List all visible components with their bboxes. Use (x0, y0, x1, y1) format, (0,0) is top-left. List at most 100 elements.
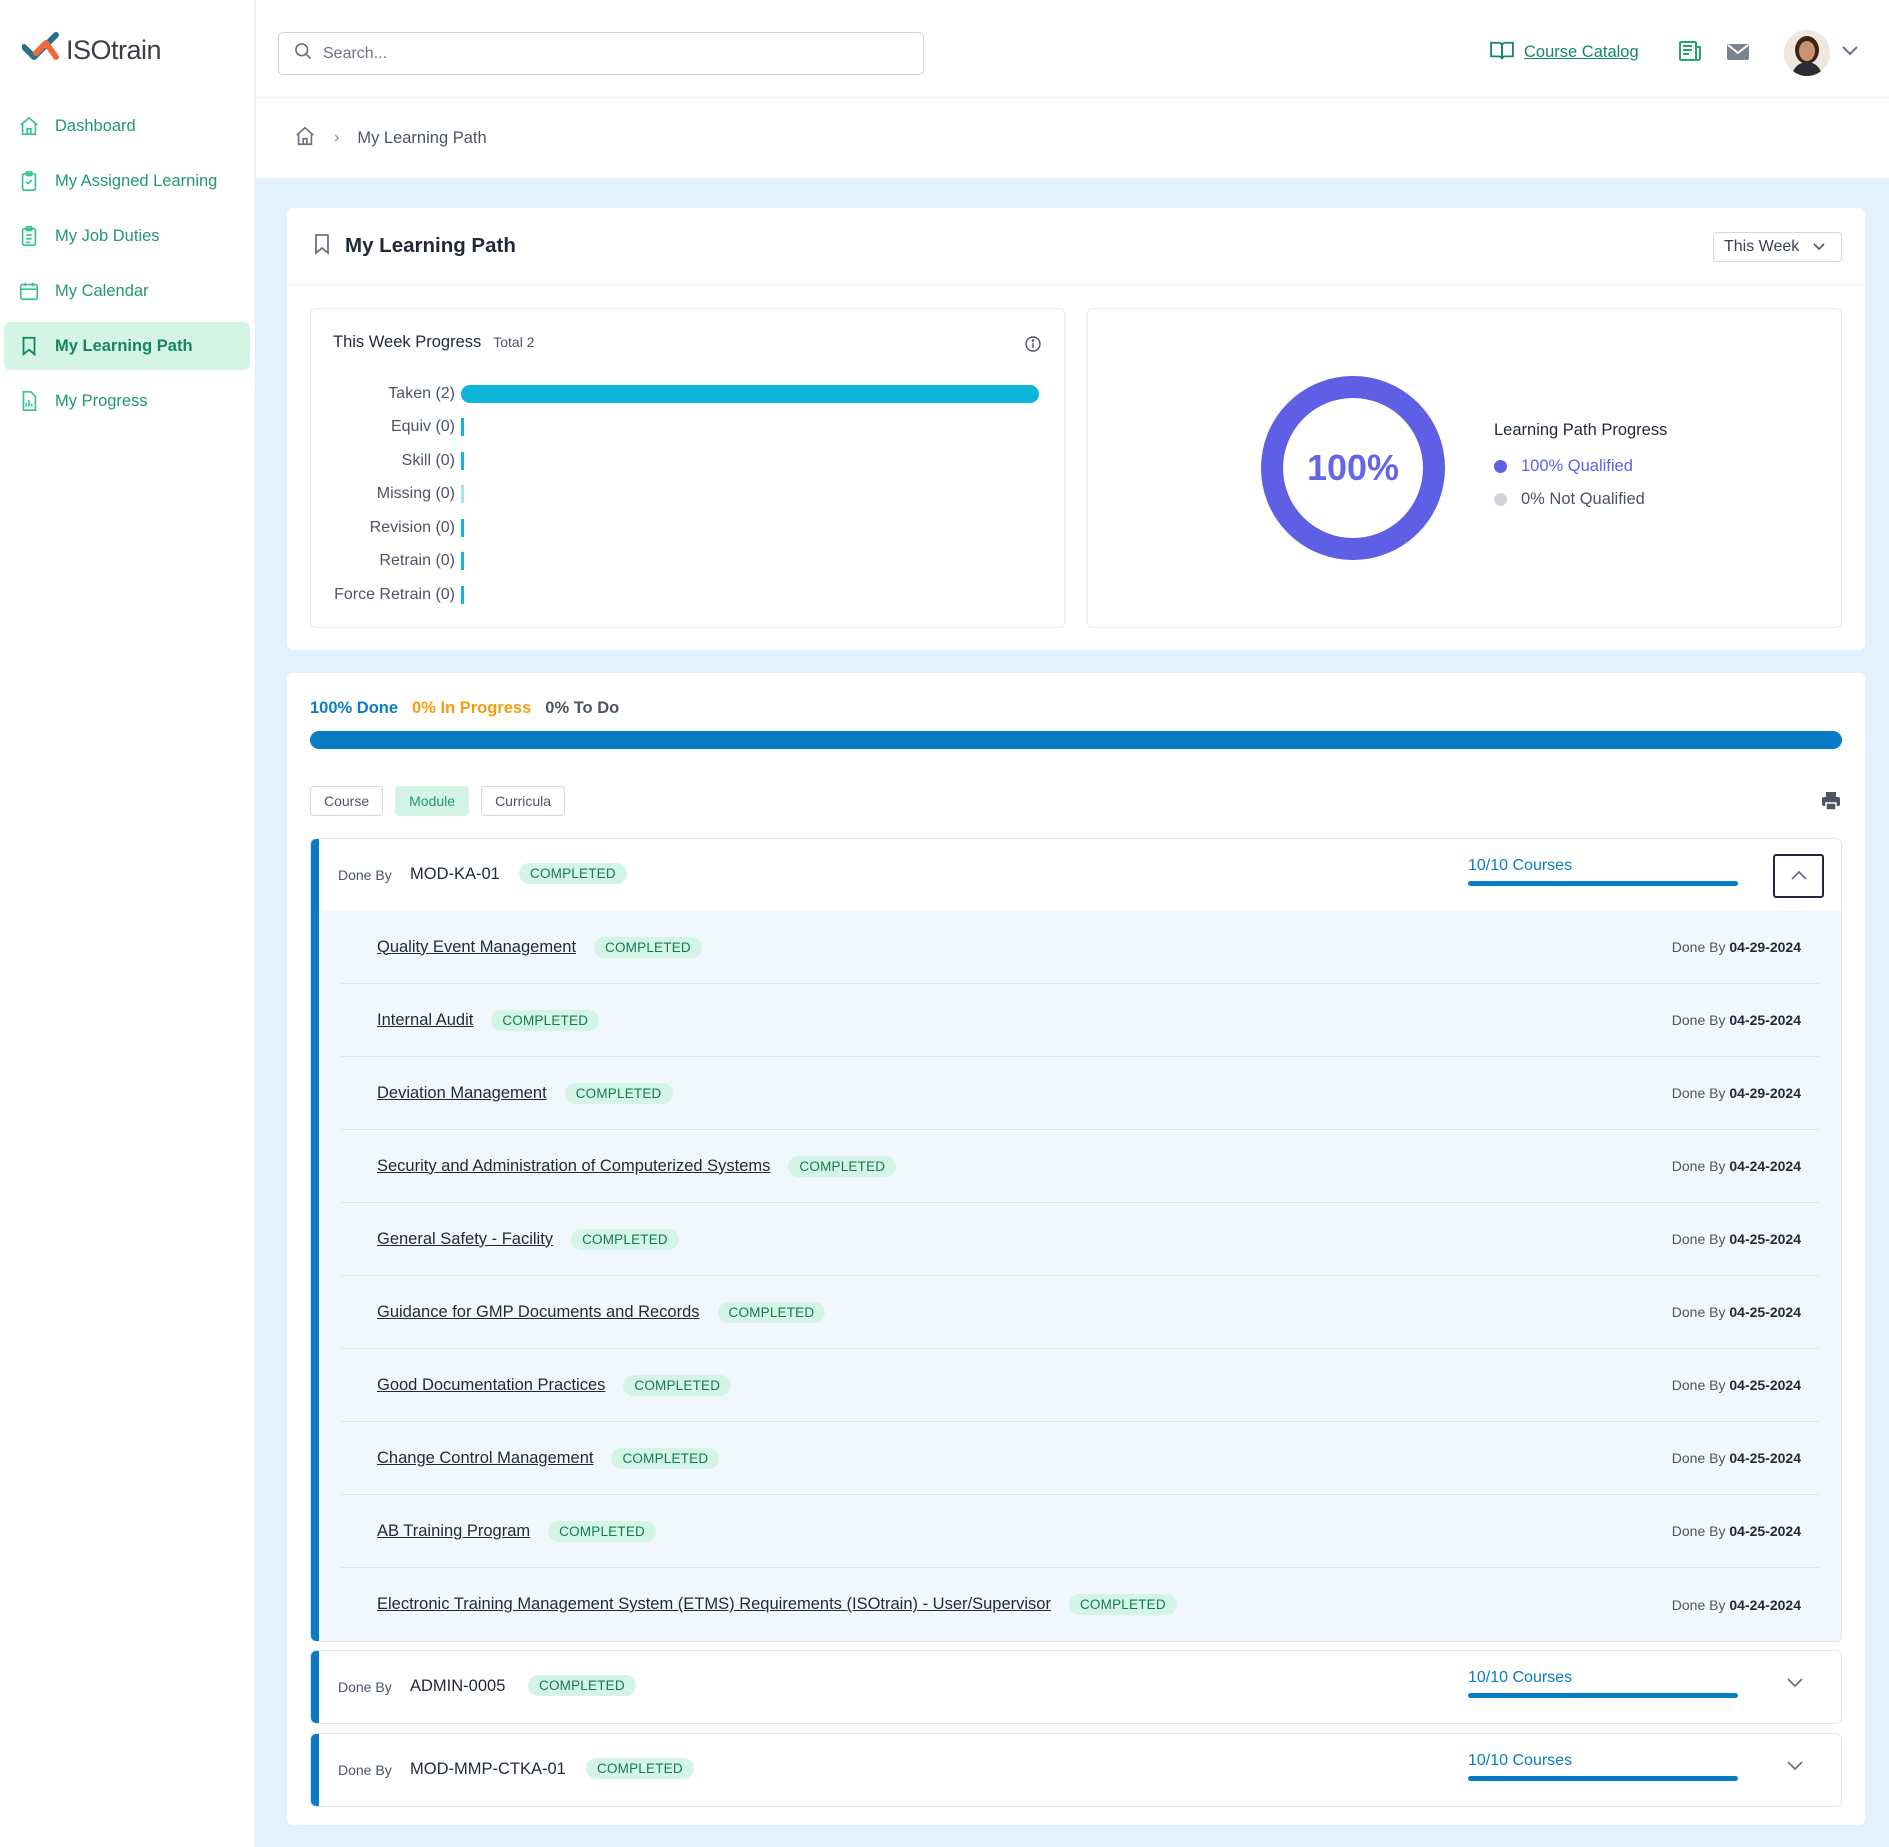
donut-center-label: 100% (1306, 447, 1400, 488)
course-done-by-label: Done By (1671, 1012, 1726, 1028)
collapse-button[interactable] (1773, 854, 1824, 898)
course-row: General Safety - Facility COMPLETED Done B… (341, 1203, 1819, 1276)
breadcrumb: › My Learning Path (256, 98, 1889, 178)
sidebar-item-calendar[interactable]: My Calendar (4, 267, 250, 315)
chevron-down-icon[interactable] (1786, 1759, 1804, 1777)
status-badge: COMPLETED (788, 1155, 897, 1177)
course-row: Electronic Training Management System (E… (341, 1568, 1819, 1641)
sidebar-item-assigned-learning[interactable]: My Assigned Learning (4, 157, 250, 205)
progress-bar-label: Equiv (0) (390, 418, 455, 436)
logo[interactable]: ISOtrain (21, 31, 162, 68)
progress-bar-fill (461, 451, 464, 470)
course-done-date: 04-24-2024 (1729, 1596, 1801, 1613)
course-done-date: 04-25-2024 (1729, 1012, 1801, 1028)
course-row: Security and Administration of Computeri… (341, 1130, 1819, 1203)
sidebar-item-learning-path[interactable]: My Learning Path (4, 322, 250, 370)
progress-bar-row: Equiv (0) (311, 411, 1051, 445)
course-link[interactable]: AB Training Program (377, 1522, 530, 1541)
course-link[interactable]: Good Documentation Practices (377, 1376, 605, 1395)
course-done-by: Done By 04-29-2024 (1672, 939, 1801, 955)
progress-bar-track (461, 418, 1041, 437)
course-catalog-link[interactable]: Course Catalog (1490, 40, 1639, 65)
sidebar-item-progress[interactable]: My Progress (4, 377, 250, 425)
course-done-by-label: Done By (1671, 1596, 1726, 1613)
legend-dot (1494, 493, 1507, 506)
course-link[interactable]: Deviation Management (377, 1084, 547, 1103)
chevron-down-icon[interactable] (1786, 1676, 1804, 1694)
status-badge: COMPLETED (571, 1228, 679, 1250)
course-row: Good Documentation Practices COMPLETED Don… (341, 1349, 1819, 1422)
course-row: Deviation Management COMPLETED Done By 04-… (341, 1057, 1819, 1130)
legend-title: Learning Path Progress (1494, 421, 1668, 439)
news-icon[interactable] (1678, 40, 1702, 67)
course-done-by: Done By 04-25-2024 (1672, 1450, 1801, 1466)
main-content: My Learning Path This Week This Week Pro… (256, 178, 1889, 1847)
module-course-count: 10/10 Courses (1468, 1752, 1573, 1769)
module-panel: Done By MOD-MMP-CTKA-01 COMPLETED 10/10 … (310, 1733, 1842, 1807)
mail-icon[interactable] (1726, 43, 1750, 66)
progress-bar-row: Retrain (0) (311, 545, 1051, 579)
module-code: ADMIN-0005 (410, 1677, 506, 1695)
status-badge: COMPLETED (519, 863, 627, 884)
print-icon[interactable] (1821, 791, 1841, 816)
filter-curricula[interactable]: Curricula (481, 786, 566, 816)
todo-label: 0% To Do (545, 699, 620, 717)
course-done-date: 04-25-2024 (1729, 1450, 1801, 1466)
course-link[interactable]: Security and Administration of Computeri… (377, 1157, 770, 1176)
course-link[interactable]: Internal Audit (377, 1011, 473, 1030)
period-select[interactable]: This Week (1713, 232, 1842, 262)
course-done-date: 04-25-2024 (1729, 1231, 1801, 1247)
sidebar-item-job-duties[interactable]: My Job Duties (4, 212, 250, 260)
module-header[interactable]: Done By MOD-MMP-CTKA-01 COMPLETED 10/10 … (311, 1734, 1841, 1806)
progress-bar-row: Revision (0) (311, 511, 1051, 545)
progress-bar-track (461, 485, 1041, 504)
home-icon[interactable] (294, 125, 316, 152)
chevron-down-icon[interactable] (1841, 44, 1859, 62)
view-filters: Course Module Curricula (310, 786, 566, 816)
module-done-by-label: Done By (338, 1762, 392, 1778)
course-done-by-label: Done By (1671, 1085, 1726, 1101)
info-icon[interactable] (1024, 335, 1042, 358)
sidebar-item-dashboard[interactable]: Dashboard (4, 102, 250, 150)
course-link[interactable]: Change Control Management (377, 1449, 593, 1468)
avatar[interactable] (1784, 30, 1830, 76)
course-link[interactable]: Guidance for GMP Documents and Records (377, 1303, 700, 1322)
logo-text: ISOtrain (66, 34, 162, 65)
chevron-up-icon (1790, 867, 1807, 885)
module-code: MOD-MMP-CTKA-01 (410, 1760, 566, 1778)
calendar-icon (16, 278, 42, 304)
filter-course[interactable]: Course (310, 786, 384, 816)
module-count-bar (1468, 881, 1738, 886)
search-input[interactable] (323, 44, 883, 63)
course-done-by-label: Done By (1671, 1450, 1726, 1466)
progress-bar-label: Skill (0) (401, 451, 455, 469)
progress-bar-track (461, 384, 1041, 403)
report-icon (16, 388, 42, 414)
progress-bar-label: Retrain (0) (379, 552, 455, 570)
course-done-date: 04-25-2024 (1729, 1377, 1801, 1393)
progress-bar-label: Missing (0) (376, 485, 455, 503)
sidebar-item-label: My Progress (55, 391, 148, 410)
book-open-icon (1490, 40, 1514, 65)
course-done-by: Done By 04-25-2024 (1672, 1377, 1801, 1393)
course-done-by: Done By 04-25-2024 (1672, 1231, 1801, 1247)
progress-bar-track (461, 552, 1041, 571)
course-done-by-label: Done By (1671, 1231, 1726, 1247)
course-link[interactable]: Electronic Training Management System (E… (377, 1595, 1051, 1614)
course-link[interactable]: Quality Event Management (377, 938, 576, 957)
topbar: Course Catalog (256, 0, 1889, 98)
search-box[interactable] (278, 32, 924, 75)
module-code: MOD-KA-01 (410, 865, 500, 883)
course-done-by-label: Done By (1671, 1304, 1726, 1320)
week-progress-total: Total 2 (493, 334, 535, 350)
filter-module[interactable]: Module (395, 786, 470, 816)
progress-bar-label: Taken (2) (388, 384, 455, 402)
learning-path-card: My Learning Path This Week This Week Pro… (287, 208, 1865, 650)
module-header[interactable]: Done By MOD-KA-01 COMPLETED 10/10 Course… (311, 839, 1841, 911)
module-course-count: 10/10 Courses (1468, 1669, 1573, 1686)
legend-label: 0% Not Qualified (1521, 490, 1645, 508)
course-link[interactable]: General Safety - Facility (377, 1230, 553, 1249)
week-progress-header: This Week Progress Total 2 (333, 333, 535, 352)
module-header[interactable]: Done By ADMIN-0005 COMPLETED 10/10 Cours… (311, 1651, 1841, 1723)
clipboard-list-icon (16, 223, 42, 249)
